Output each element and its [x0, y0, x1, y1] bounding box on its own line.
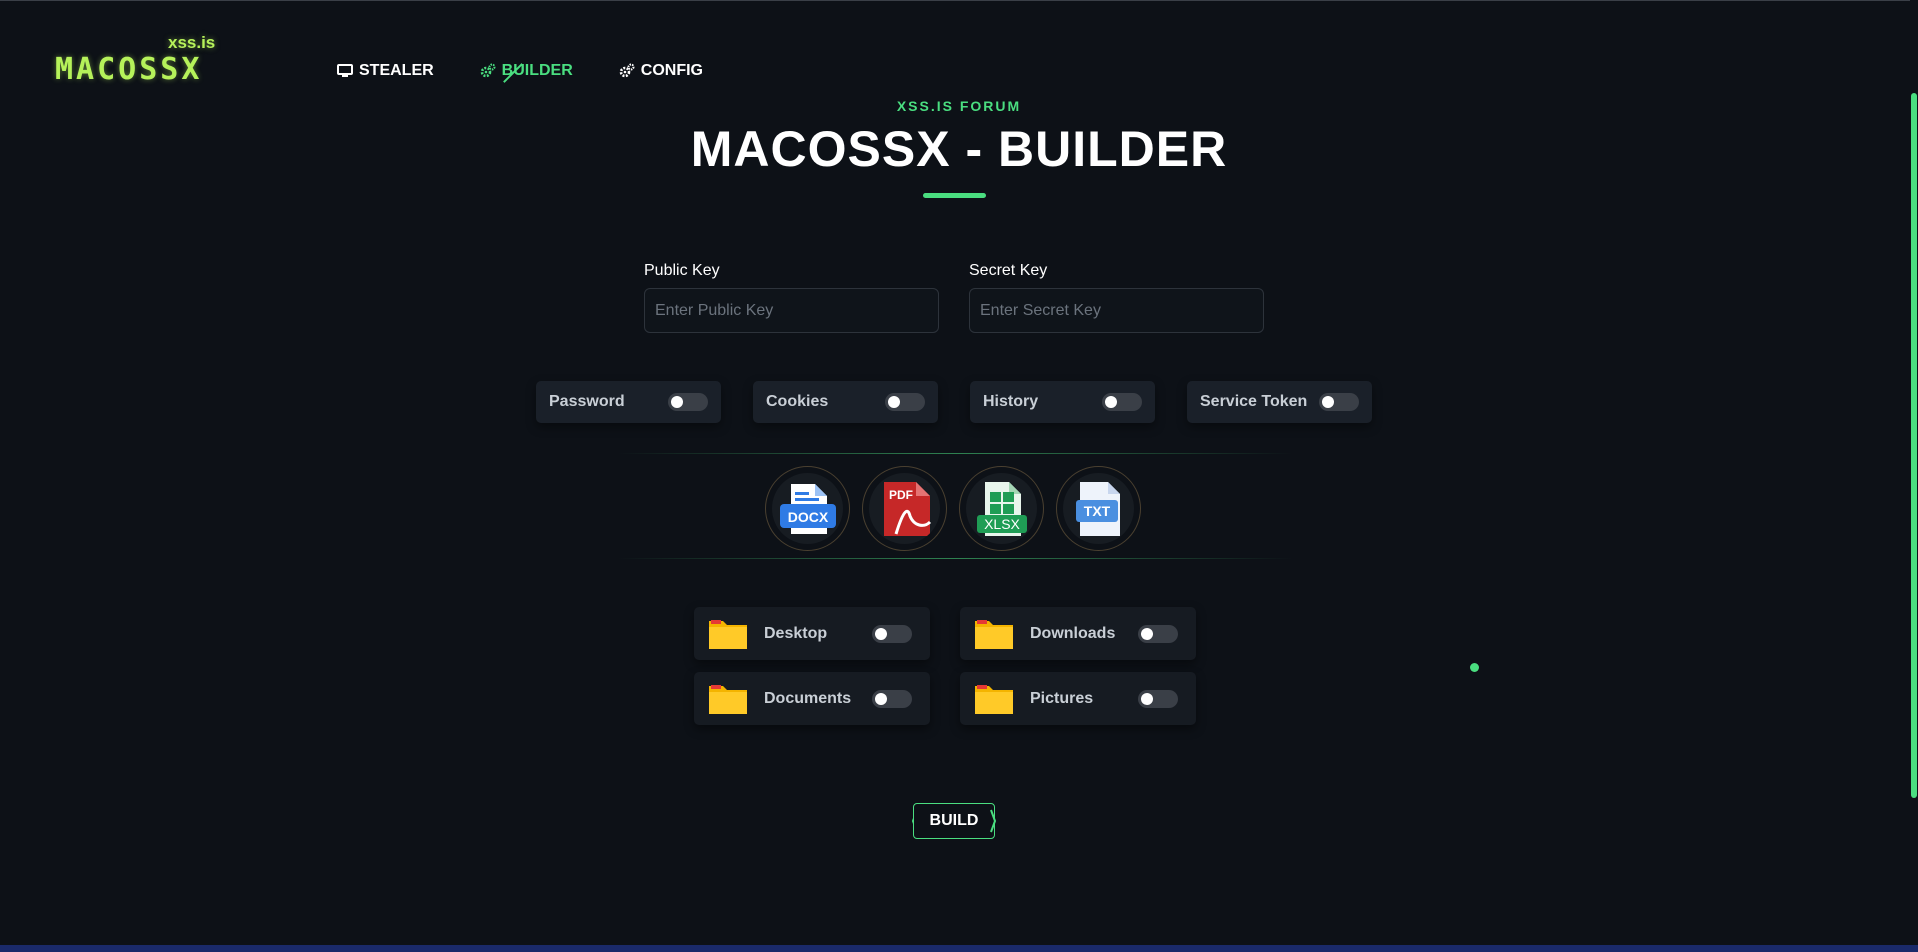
secret-key-input[interactable] — [969, 288, 1264, 333]
xlsx-file-icon: XLSX — [976, 481, 1027, 536]
xlsx-file-button[interactable]: XLSX — [959, 466, 1044, 551]
folder-label: Desktop — [764, 624, 828, 642]
folder-downloads: Downloads — [960, 607, 1196, 660]
option-cookies: Cookies — [753, 381, 938, 423]
history-toggle[interactable] — [1102, 393, 1142, 411]
section-divider — [618, 453, 1293, 454]
secret-key-label: Secret Key — [969, 262, 1048, 279]
option-label: Service Token — [1200, 393, 1308, 410]
section-divider — [618, 558, 1293, 559]
folder-icon — [975, 619, 1013, 649]
txt-file-button[interactable]: TXT — [1056, 466, 1141, 551]
pdf-file-icon: PDF — [883, 481, 931, 536]
nav-stealer[interactable]: STEALER — [337, 62, 434, 80]
option-label: Password — [549, 393, 625, 410]
folder-label: Documents — [764, 689, 852, 707]
nav-label: STEALER — [359, 62, 434, 79]
main-nav: STEALER BUILDER CONFIG — [337, 62, 749, 83]
folder-label: Pictures — [1030, 689, 1094, 707]
cogs-icon — [480, 63, 496, 78]
public-key-group: Public Key — [644, 262, 939, 333]
option-service-token: Service Token — [1187, 381, 1372, 423]
option-label: History — [983, 393, 1039, 410]
desktop-toggle[interactable] — [872, 625, 912, 643]
cookies-toggle[interactable] — [885, 393, 925, 411]
window-top-border — [0, 0, 1918, 1]
folder-icon — [709, 619, 747, 649]
svg-text:XLSX: XLSX — [984, 516, 1020, 532]
downloads-toggle[interactable] — [1138, 625, 1178, 643]
documents-toggle[interactable] — [872, 690, 912, 708]
option-label: Cookies — [766, 393, 829, 410]
folder-icon — [975, 684, 1013, 714]
nav-label: CONFIG — [640, 62, 703, 79]
password-toggle[interactable] — [668, 393, 708, 411]
secret-key-group: Secret Key — [969, 262, 1264, 333]
option-password: Password — [536, 381, 721, 423]
nav-config[interactable]: CONFIG — [619, 62, 703, 80]
status-dot — [1470, 663, 1479, 672]
brand-sub: xss.is — [168, 33, 216, 52]
pdf-file-button[interactable]: PDF — [862, 466, 947, 551]
page-eyebrow: XSS.IS FORUM — [896, 98, 1022, 114]
monitor-icon — [337, 64, 353, 77]
public-key-input[interactable] — [644, 288, 939, 333]
folder-desktop: Desktop — [694, 607, 930, 660]
folder-pictures: Pictures — [960, 672, 1196, 725]
brand-name: MACOSSX — [55, 52, 203, 87]
docx-file-button[interactable]: DOCX — [765, 466, 850, 551]
public-key-label: Public Key — [644, 262, 720, 279]
txt-file-icon: TXT — [1075, 481, 1120, 536]
scrollbar-thumb[interactable] — [1911, 93, 1917, 798]
brand-logo[interactable]: xss.is MACOSSX — [55, 30, 235, 90]
title-underline — [923, 193, 986, 198]
taskbar-strip — [0, 945, 1918, 952]
build-bracket-right — [990, 809, 997, 833]
build-button[interactable]: BUILD — [913, 803, 995, 839]
docx-file-icon: DOCX — [779, 483, 836, 534]
service-token-toggle[interactable] — [1319, 393, 1359, 411]
svg-text:DOCX: DOCX — [787, 509, 828, 525]
folder-label: Downloads — [1030, 624, 1116, 642]
option-history: History — [970, 381, 1155, 423]
svg-text:PDF: PDF — [889, 488, 913, 502]
folder-icon — [709, 684, 747, 714]
cogs-icon — [619, 63, 635, 78]
pictures-toggle[interactable] — [1138, 690, 1178, 708]
svg-text:TXT: TXT — [1083, 503, 1110, 519]
folder-documents: Documents — [694, 672, 930, 725]
nav-builder[interactable]: BUILDER — [480, 62, 573, 83]
page-title: MACOSSX - BUILDER — [690, 121, 1228, 177]
